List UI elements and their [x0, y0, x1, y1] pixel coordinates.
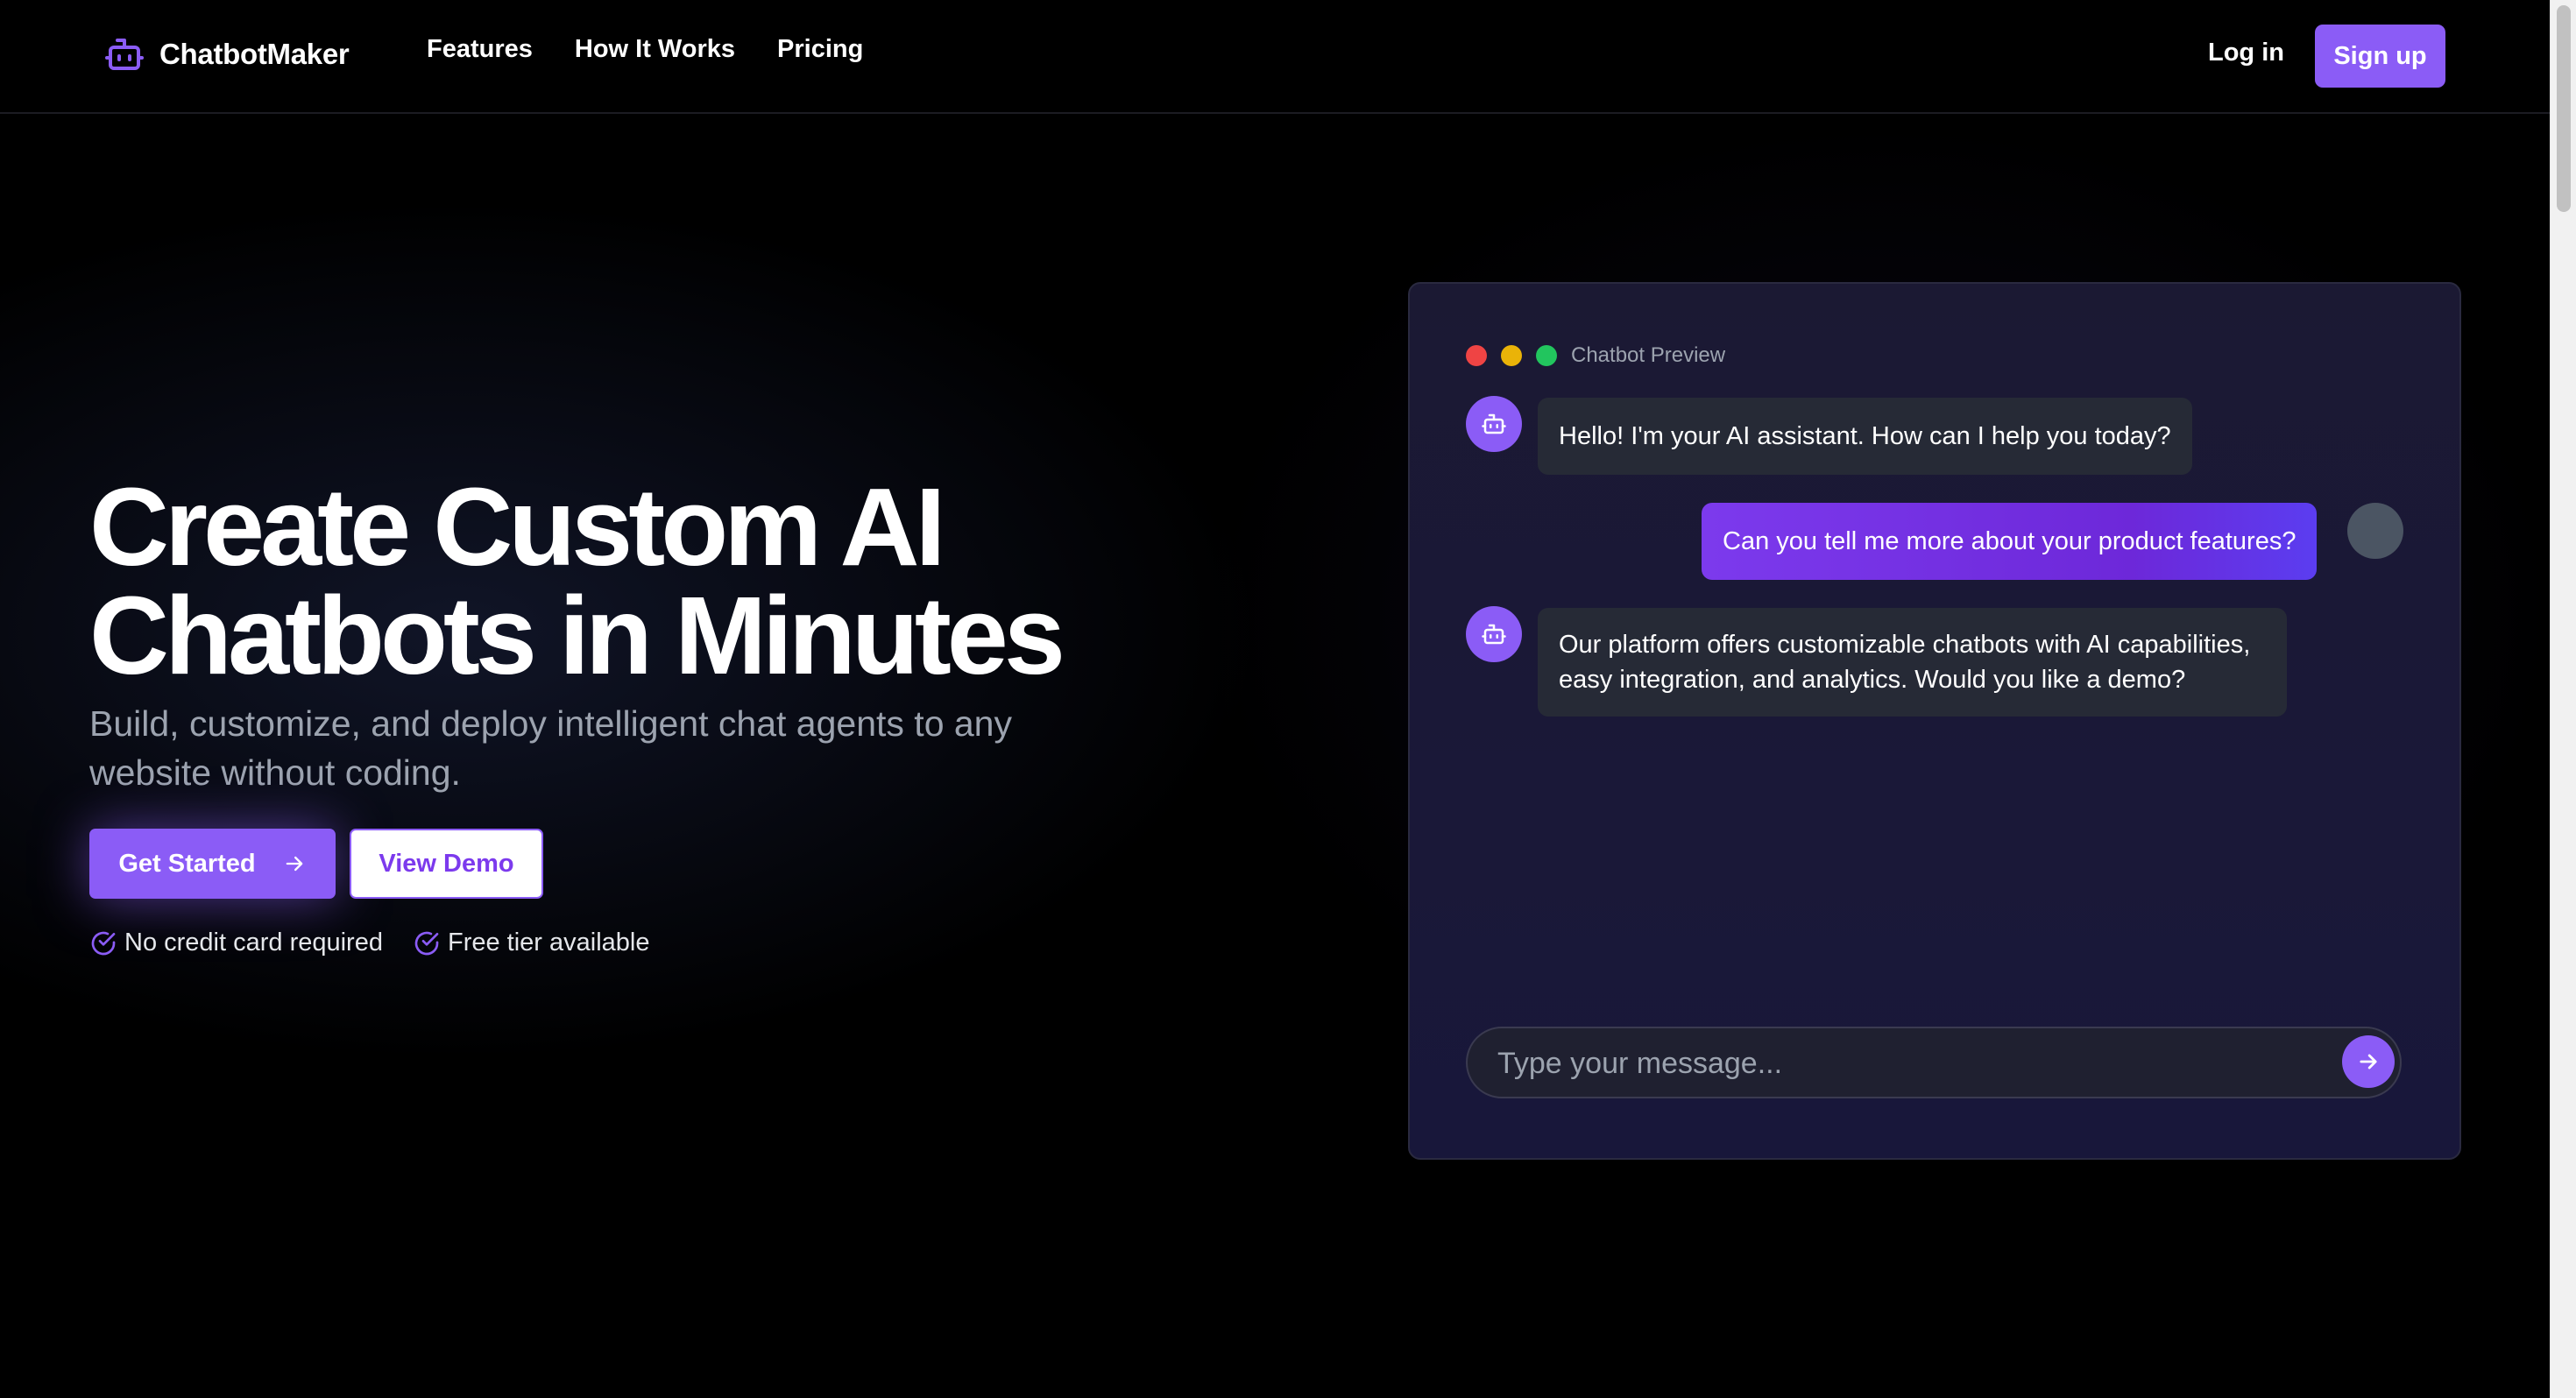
arrow-right-icon — [286, 856, 302, 872]
nav-link-pricing[interactable]: Pricing — [777, 35, 863, 64]
bot-message: Hello! I'm your AI assistant. How can I … — [1538, 398, 2192, 475]
perks-list: No credit card required Free tier availa… — [89, 928, 679, 957]
nav-link-features[interactable]: Features — [427, 35, 533, 64]
perk-item: No credit card required — [89, 928, 383, 957]
window-controls: Chatbot Preview — [1466, 343, 1725, 368]
hero-headline-line-2: Chatbots in Minutes — [89, 574, 1065, 697]
check-circle-icon — [414, 931, 439, 955]
user-avatar — [2347, 503, 2403, 559]
close-dot — [1466, 345, 1487, 366]
get-started-label: Get Started — [118, 849, 256, 878]
hero-headline-line-1: Create Custom AI — [89, 465, 946, 589]
minimize-dot — [1501, 345, 1522, 366]
perk-item: Free tier available — [413, 928, 650, 957]
brand-logo[interactable]: ChatbotMaker — [103, 33, 350, 75]
robot-icon — [105, 39, 144, 70]
maximize-dot — [1536, 345, 1557, 366]
hero-headline: Create Custom AI Chatbots in Minutes — [89, 472, 1228, 691]
scrollbar-thumb[interactable] — [2557, 5, 2571, 212]
user-message: Can you tell me more about your product … — [1702, 503, 2318, 580]
nav-link-how-it-works[interactable]: How It Works — [575, 35, 735, 64]
login-link[interactable]: Log in — [2208, 39, 2284, 67]
brand-name: ChatbotMaker — [159, 38, 350, 70]
send-button[interactable] — [2342, 1035, 2395, 1088]
nav-links: Features How It Works Pricing — [427, 35, 905, 64]
bot-message: Our platform offers customizable chatbot… — [1538, 608, 2287, 717]
robot-icon — [1482, 413, 1506, 434]
hero-subheadline: Build, customize, and deploy intelligent… — [89, 703, 1012, 793]
arrow-right-icon — [2360, 1054, 2377, 1070]
page: ChatbotMaker Features How It Works Prici… — [0, 0, 2550, 1398]
message-input[interactable] — [1496, 1028, 2332, 1098]
top-navbar: ChatbotMaker Features How It Works Prici… — [0, 0, 2550, 114]
get-started-button[interactable]: Get Started — [89, 829, 336, 899]
view-demo-button[interactable]: View Demo — [350, 829, 543, 899]
check-circle-icon — [91, 931, 116, 955]
preview-title: Chatbot Preview — [1571, 343, 1726, 367]
robot-icon — [1482, 624, 1506, 645]
signup-button[interactable]: Sign up — [2315, 25, 2445, 88]
bot-avatar — [1466, 396, 1522, 452]
message-input-bar — [1466, 1027, 2402, 1098]
bot-avatar — [1466, 606, 1522, 662]
page-scrollbar[interactable] — [2550, 0, 2576, 1398]
chatbot-preview-window: Chatbot Preview Hello! I'm your AI assis… — [1408, 282, 2461, 1160]
perk-label: Free tier available — [447, 928, 650, 957]
perk-label: No credit card required — [124, 928, 383, 957]
